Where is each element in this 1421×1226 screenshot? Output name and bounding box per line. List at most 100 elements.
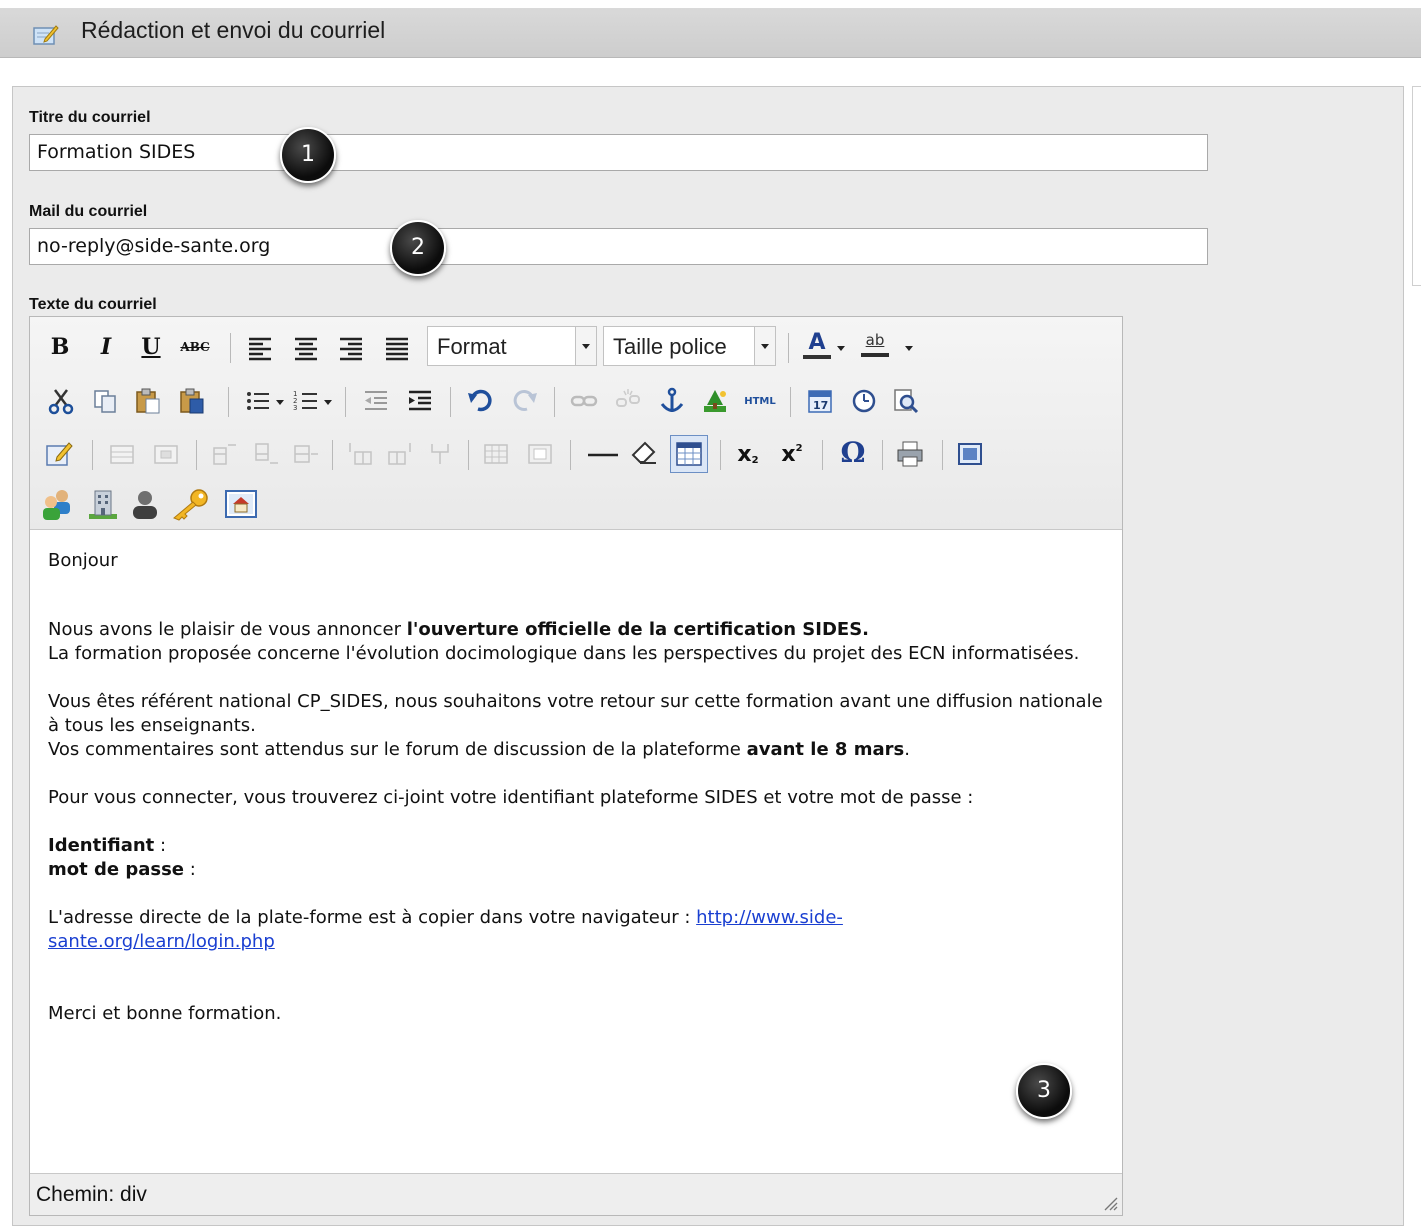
visual-aid-toggle[interactable] [670, 435, 708, 473]
p2-text: Vos commentaires sont attendus sur le fo… [48, 739, 747, 760]
table-cell-props-icon[interactable] [152, 440, 180, 468]
indent-icon[interactable] [406, 387, 434, 415]
title-input[interactable]: Formation SIDES [29, 134, 1208, 171]
chevron-down-icon[interactable] [902, 333, 916, 361]
p1-text: Nous avons le plaisir de vous annoncer [48, 619, 407, 640]
paragraph-referent: Vous êtes référent national CP_SIDES, no… [48, 691, 1103, 736]
insert-col-after-icon[interactable] [386, 440, 414, 468]
delete-row-icon[interactable] [292, 440, 320, 468]
unlink-icon[interactable] [614, 387, 642, 415]
remove-format-icon[interactable] [630, 440, 658, 468]
preview-icon[interactable] [892, 387, 920, 415]
insert-row-before-icon[interactable] [210, 440, 238, 468]
identifier-line: Identifiant : [48, 834, 1108, 858]
bullet-list-icon[interactable] [244, 387, 272, 415]
split-cells-icon[interactable] [482, 440, 510, 468]
chevron-down-icon [754, 327, 775, 365]
print-icon[interactable] [896, 440, 924, 468]
anchor-icon[interactable] [658, 387, 686, 415]
building-icon[interactable] [86, 487, 120, 521]
mail-input[interactable]: no-reply@side-sante.org [29, 228, 1208, 265]
toolbar-separator [554, 387, 555, 417]
horizontal-rule-icon[interactable] [586, 440, 620, 468]
italic-button[interactable]: I [92, 333, 120, 361]
format-select[interactable]: Format [427, 326, 597, 366]
size-select[interactable]: Taille police [603, 326, 776, 366]
section-header: Rédaction et envoi du courriel [0, 8, 1421, 58]
toolbar-separator [468, 440, 469, 470]
paragraph-announcement: Nous avons le plaisir de vous annoncer l… [48, 618, 1108, 642]
table-row-props-icon[interactable] [108, 440, 136, 468]
align-center-icon[interactable] [292, 333, 320, 361]
svg-text:3: 3 [293, 404, 297, 412]
step-marker-3: 3 [1016, 1063, 1072, 1119]
toolbar-separator [942, 440, 943, 470]
align-left-icon[interactable] [246, 333, 274, 361]
numbered-list-icon[interactable]: 123 [292, 387, 320, 415]
subscript-label: x [737, 441, 752, 467]
p4-text: L'adresse directe de la plate-forme est … [48, 907, 697, 928]
chevron-down-icon[interactable] [834, 333, 848, 361]
toolbar-separator [92, 440, 93, 470]
rich-text-editor: B I U ABC Format Taille police A ab 123 [29, 316, 1123, 1216]
highlight-color-button[interactable]: ab [861, 327, 889, 357]
fullscreen-icon[interactable] [956, 440, 984, 468]
align-right-icon[interactable] [337, 333, 365, 361]
link-icon[interactable] [570, 387, 598, 415]
paragraph-connect: Pour vous connecter, vous trouverez ci-j… [48, 787, 974, 808]
outdent-icon[interactable] [362, 387, 390, 415]
chevron-down-icon[interactable] [321, 387, 335, 415]
subscript-button[interactable]: x2 [734, 440, 762, 468]
resize-grip-icon[interactable] [1102, 1195, 1118, 1211]
toolbar-separator [822, 440, 823, 470]
align-justify-icon[interactable] [383, 333, 411, 361]
toolbar-separator [196, 440, 197, 470]
subscript-mark: 2 [751, 454, 759, 466]
user-icon[interactable] [128, 487, 162, 521]
toolbar-separator [450, 387, 451, 417]
merge-cells-icon[interactable] [526, 440, 554, 468]
element-path: Chemin: div [36, 1183, 147, 1206]
undo-icon[interactable] [466, 387, 494, 415]
font-color-button[interactable]: A [803, 329, 831, 359]
copy-icon[interactable] [91, 387, 119, 415]
html-source-button[interactable]: HTML [741, 387, 779, 415]
editor-content[interactable]: Bonjour Nous avons le plaisir de vous an… [48, 549, 1108, 1026]
greeting: Bonjour [48, 550, 118, 571]
bold-button[interactable]: B [46, 333, 74, 361]
strikethrough-button[interactable]: ABC [180, 333, 209, 361]
underline-button[interactable]: U [137, 333, 165, 361]
step-marker-2: 2 [390, 220, 446, 276]
cut-icon[interactable] [47, 387, 75, 415]
paste-icon[interactable] [134, 387, 162, 415]
insert-row-after-icon[interactable] [252, 440, 280, 468]
insert-col-before-icon[interactable] [346, 440, 374, 468]
users-icon[interactable] [40, 487, 74, 521]
delete-col-icon[interactable] [426, 440, 454, 468]
toolbar-separator [228, 387, 229, 417]
special-char-button[interactable]: Ω [836, 436, 870, 469]
closing: Merci et bonne formation. [48, 1003, 282, 1024]
redo-icon[interactable] [511, 387, 539, 415]
key-icon[interactable] [170, 487, 210, 521]
password-sep: : [184, 859, 196, 880]
insert-time-icon[interactable] [850, 387, 878, 415]
step-marker-1: 1 [280, 127, 336, 183]
paste-word-icon[interactable] [178, 387, 206, 415]
chevron-down-icon[interactable] [273, 387, 287, 415]
identifier-sep: : [154, 835, 167, 856]
toolbar-separator [882, 440, 883, 470]
homepage-icon[interactable] [224, 489, 258, 519]
superscript-mark: 2 [795, 442, 803, 454]
image-icon[interactable] [701, 387, 729, 415]
insert-date-icon[interactable]: 17 [806, 387, 834, 415]
edit-css-icon[interactable] [45, 440, 73, 468]
password-line: mot de passe : [48, 858, 1108, 882]
identifier-label: Identifiant [48, 835, 155, 856]
superscript-button[interactable]: x2 [778, 440, 806, 468]
